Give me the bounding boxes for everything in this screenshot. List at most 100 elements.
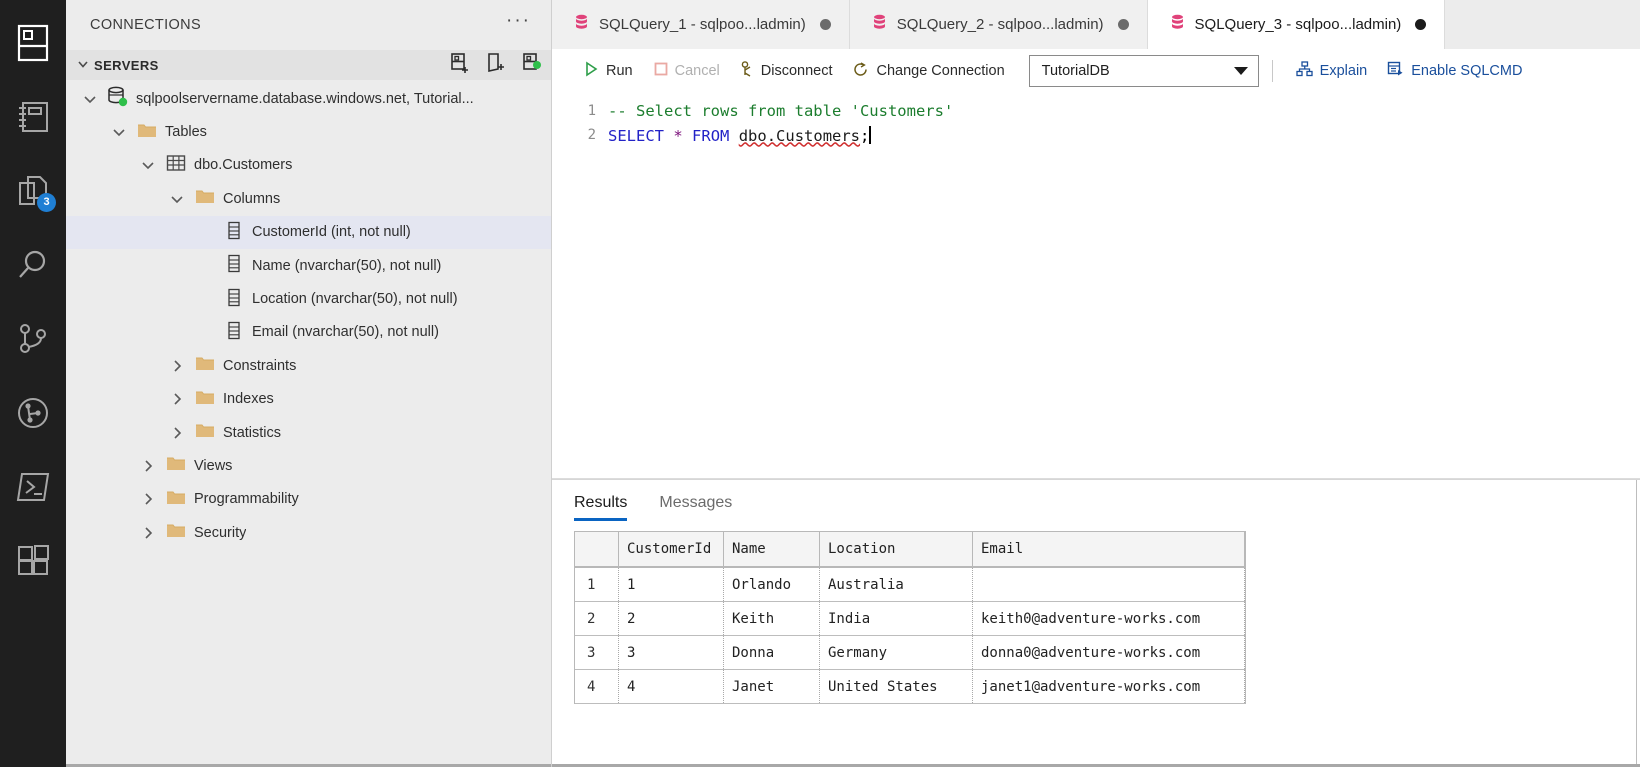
sql-identifier: dbo.Customers <box>738 126 861 145</box>
tree-item[interactable]: Programmability <box>66 483 551 516</box>
grid-column-header[interactable]: Name <box>724 532 820 566</box>
folder-icon <box>137 122 157 143</box>
grid-cell[interactable]: India <box>820 602 973 635</box>
grid-cell[interactable]: 2 <box>619 602 724 635</box>
tree-item[interactable]: Constraints <box>66 349 551 382</box>
grid-cell[interactable]: Donna <box>724 636 820 669</box>
chevron-down-icon <box>1233 67 1248 75</box>
activitybar-item-extensions[interactable] <box>0 524 66 598</box>
results-grid[interactable]: CustomerId Name Location Email 1 1 Orlando Aust… <box>574 531 1246 704</box>
tree-item[interactable]: Location (nvarchar(50), not null) <box>66 282 551 315</box>
chevron-down-icon[interactable] <box>111 124 127 140</box>
unsaved-indicator-icon[interactable] <box>1415 19 1427 30</box>
database-dropdown[interactable]: TutorialDB <box>1028 55 1259 87</box>
search-icon <box>15 247 51 283</box>
chevron-down-icon[interactable] <box>82 91 98 107</box>
tree-item[interactable]: Views <box>66 449 551 482</box>
results-tab[interactable]: Messages <box>659 494 732 521</box>
line-number: 1 <box>587 103 596 119</box>
panel-more-actions-icon[interactable]: ··· <box>506 11 531 34</box>
unsaved-indicator-icon[interactable] <box>1117 19 1129 30</box>
chevron-right-icon[interactable] <box>169 391 185 407</box>
grid-cell[interactable]: keith0@adventure-works.com <box>973 602 1245 635</box>
grid-cell[interactable]: 3 <box>619 636 724 669</box>
terminal-icon <box>14 471 52 503</box>
sql-keyword-from: FROM <box>692 126 730 145</box>
grid-cell[interactable]: Orlando <box>724 568 820 601</box>
grid-cell[interactable] <box>973 568 1245 601</box>
activitybar-item-query-history[interactable] <box>0 376 66 450</box>
tree-item[interactable]: CustomerId (int, not null) <box>66 215 551 249</box>
tree-item[interactable]: Columns <box>66 182 551 215</box>
activitybar-item-source-control[interactable] <box>0 302 66 376</box>
tree-item[interactable]: Security <box>66 516 551 549</box>
grid-row[interactable]: 2 2 Keith India keith0@adventure-works.com <box>575 602 1245 636</box>
change-connection-label: Change Connection <box>876 63 1005 79</box>
tree-item-label: Indexes <box>223 391 274 408</box>
grid-cell[interactable]: United States <box>820 670 973 703</box>
grid-cell[interactable]: janet1@adventure-works.com <box>973 670 1245 703</box>
explain-button[interactable]: Explain <box>1286 56 1378 86</box>
tree-item[interactable]: Tables <box>66 115 551 148</box>
grid-cell[interactable]: Australia <box>820 568 973 601</box>
activitybar-item-notebooks[interactable] <box>0 80 66 154</box>
grid-row[interactable]: 4 4 Janet United States janet1@adventure-wor… <box>575 670 1245 704</box>
results-tab[interactable]: Results <box>574 494 628 521</box>
grid-cell[interactable]: donna0@adventure-works.com <box>973 636 1245 669</box>
chevron-right-icon[interactable] <box>140 458 156 474</box>
column-icon <box>226 321 242 344</box>
tree-item[interactable]: dbo.Customers <box>66 149 551 182</box>
servers-section-header[interactable]: SERVERS <box>66 50 551 80</box>
tree-item[interactable]: Statistics <box>66 416 551 449</box>
grid-row[interactable]: 3 3 Donna Germany donna0@adventure-works.com <box>575 636 1245 670</box>
tree-item-label: Constraints <box>223 357 297 374</box>
activitybar-item-connections[interactable] <box>0 6 66 80</box>
grid-cell[interactable]: Janet <box>724 670 820 703</box>
activitybar-item-search[interactable] <box>0 228 66 302</box>
grid-column-header[interactable]: Email <box>973 532 1245 566</box>
tree-item[interactable]: Indexes <box>66 383 551 416</box>
activitybar-item-terminal[interactable] <box>0 450 66 524</box>
folder-icon <box>166 489 186 510</box>
chevron-down-icon[interactable] <box>169 191 185 207</box>
new-server-group-icon[interactable] <box>485 52 507 79</box>
editor-tab[interactable]: SQLQuery_3 - sqlpoo...ladmin) <box>1147 0 1446 49</box>
column-icon <box>226 221 242 244</box>
chevron-down-icon[interactable] <box>140 157 156 173</box>
chevron-right-icon[interactable] <box>140 525 156 541</box>
tree-item-label: CustomerId (int, not null) <box>252 224 411 241</box>
activitybar-item-open-editors[interactable]: 3 <box>0 154 66 228</box>
connections-icon <box>16 23 50 63</box>
grid-cell[interactable]: Germany <box>820 636 973 669</box>
editor-tab[interactable]: SQLQuery_1 - sqlpoo...ladmin) <box>552 0 850 49</box>
tree-item[interactable]: Email (nvarchar(50), not null) <box>66 316 551 349</box>
sql-star: * <box>673 126 683 145</box>
new-connection-icon[interactable] <box>449 52 471 79</box>
tree-item[interactable]: sqlpoolservername.database.windows.net, … <box>66 82 551 115</box>
chevron-right-icon[interactable] <box>169 425 185 441</box>
chevron-right-icon[interactable] <box>169 358 185 374</box>
chevron-right-icon[interactable] <box>140 491 156 507</box>
grid-column-header[interactable]: Location <box>820 532 973 566</box>
run-button[interactable]: Run <box>574 56 643 86</box>
editor-tab[interactable]: SQLQuery_2 - sqlpoo...ladmin) <box>849 0 1148 49</box>
change-connection-icon <box>852 61 869 82</box>
grid-row-number: 1 <box>575 568 619 601</box>
unsaved-indicator-icon[interactable] <box>819 19 831 30</box>
sql-editor[interactable]: 1 -- Select rows from table 'Customers' … <box>552 93 1640 479</box>
tree-item[interactable]: Name (nvarchar(50), not null) <box>66 249 551 282</box>
change-connection-button[interactable]: Change Connection <box>842 56 1014 86</box>
grid-cell[interactable]: 1 <box>619 568 724 601</box>
grid-cell[interactable]: Keith <box>724 602 820 635</box>
grid-row[interactable]: 1 1 Orlando Australia <box>575 568 1245 602</box>
disconnect-button[interactable]: Disconnect <box>730 56 843 86</box>
enable-sqlcmd-label: Enable SQLCMD <box>1411 63 1523 79</box>
source-control-icon <box>15 321 51 357</box>
grid-cell[interactable]: 4 <box>619 670 724 703</box>
grid-column-header[interactable]: CustomerId <box>619 532 724 566</box>
code-comment: -- Select rows from table 'Customers' <box>608 102 954 120</box>
enable-sqlcmd-button[interactable]: Enable SQLCMD <box>1377 56 1532 86</box>
cancel-button[interactable]: Cancel <box>643 56 730 86</box>
code-line: 1 -- Select rows from table 'Customers' <box>552 99 1640 123</box>
refresh-servers-icon[interactable] <box>521 52 543 79</box>
